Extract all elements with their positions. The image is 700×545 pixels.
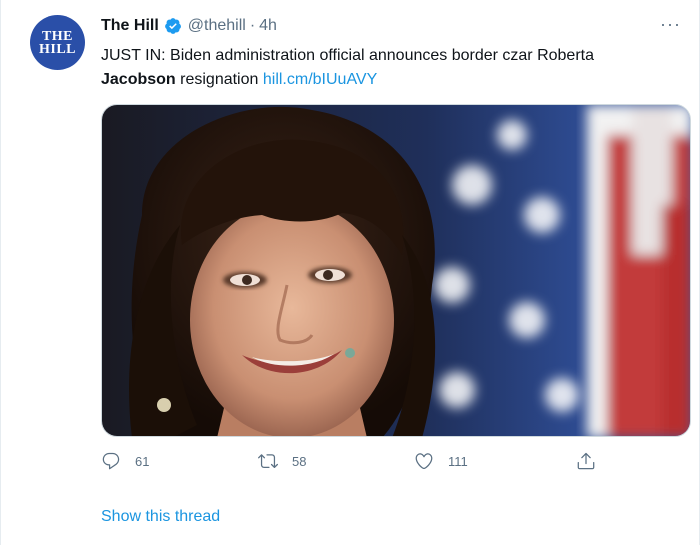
tweet-text-part2: resignation	[175, 71, 263, 88]
retweet-count: 58	[292, 453, 307, 469]
show-thread-link[interactable]: Show this thread	[101, 508, 220, 526]
avatar[interactable]: THE HILL	[30, 15, 85, 70]
like-button[interactable]: 111	[414, 451, 468, 471]
retweet-button[interactable]: 58	[258, 451, 306, 471]
tweet-timestamp[interactable]: 4h	[259, 17, 277, 35]
author-name[interactable]: The Hill	[101, 17, 159, 35]
retweet-icon	[258, 454, 278, 469]
reply-button[interactable]: 61	[101, 451, 149, 471]
like-count: 111	[448, 453, 468, 469]
share-icon	[577, 452, 595, 470]
tweet-link[interactable]: hill.cm/bIUuAVY	[263, 71, 377, 88]
reply-count: 61	[135, 453, 150, 469]
tweet-text: JUST IN: Biden administration official a…	[101, 44, 671, 92]
tweet-media-image[interactable]	[101, 104, 691, 437]
tweet-text-part1: JUST IN: Biden administration official a…	[101, 47, 594, 64]
more-dots-icon[interactable]: ···	[660, 14, 681, 35]
reply-icon	[102, 452, 120, 470]
separator-dot: ·	[249, 17, 256, 34]
tweet-text-bold: Jacobson	[101, 71, 176, 88]
avatar-text-line2: HILL	[38, 41, 76, 57]
share-button[interactable]	[576, 451, 610, 471]
tweet-card[interactable]: THE HILL The Hill @thehill · 4h ··· JUST…	[0, 0, 700, 545]
avatar-text-line1: THE	[41, 28, 74, 44]
tweet-header: The Hill @thehill · 4h	[101, 16, 277, 36]
author-handle[interactable]: @thehill	[188, 17, 246, 35]
tweet-actions: 61 58 111	[101, 451, 601, 477]
heart-icon	[415, 453, 433, 470]
media-photo	[102, 105, 690, 436]
verified-badge-icon	[164, 17, 182, 35]
